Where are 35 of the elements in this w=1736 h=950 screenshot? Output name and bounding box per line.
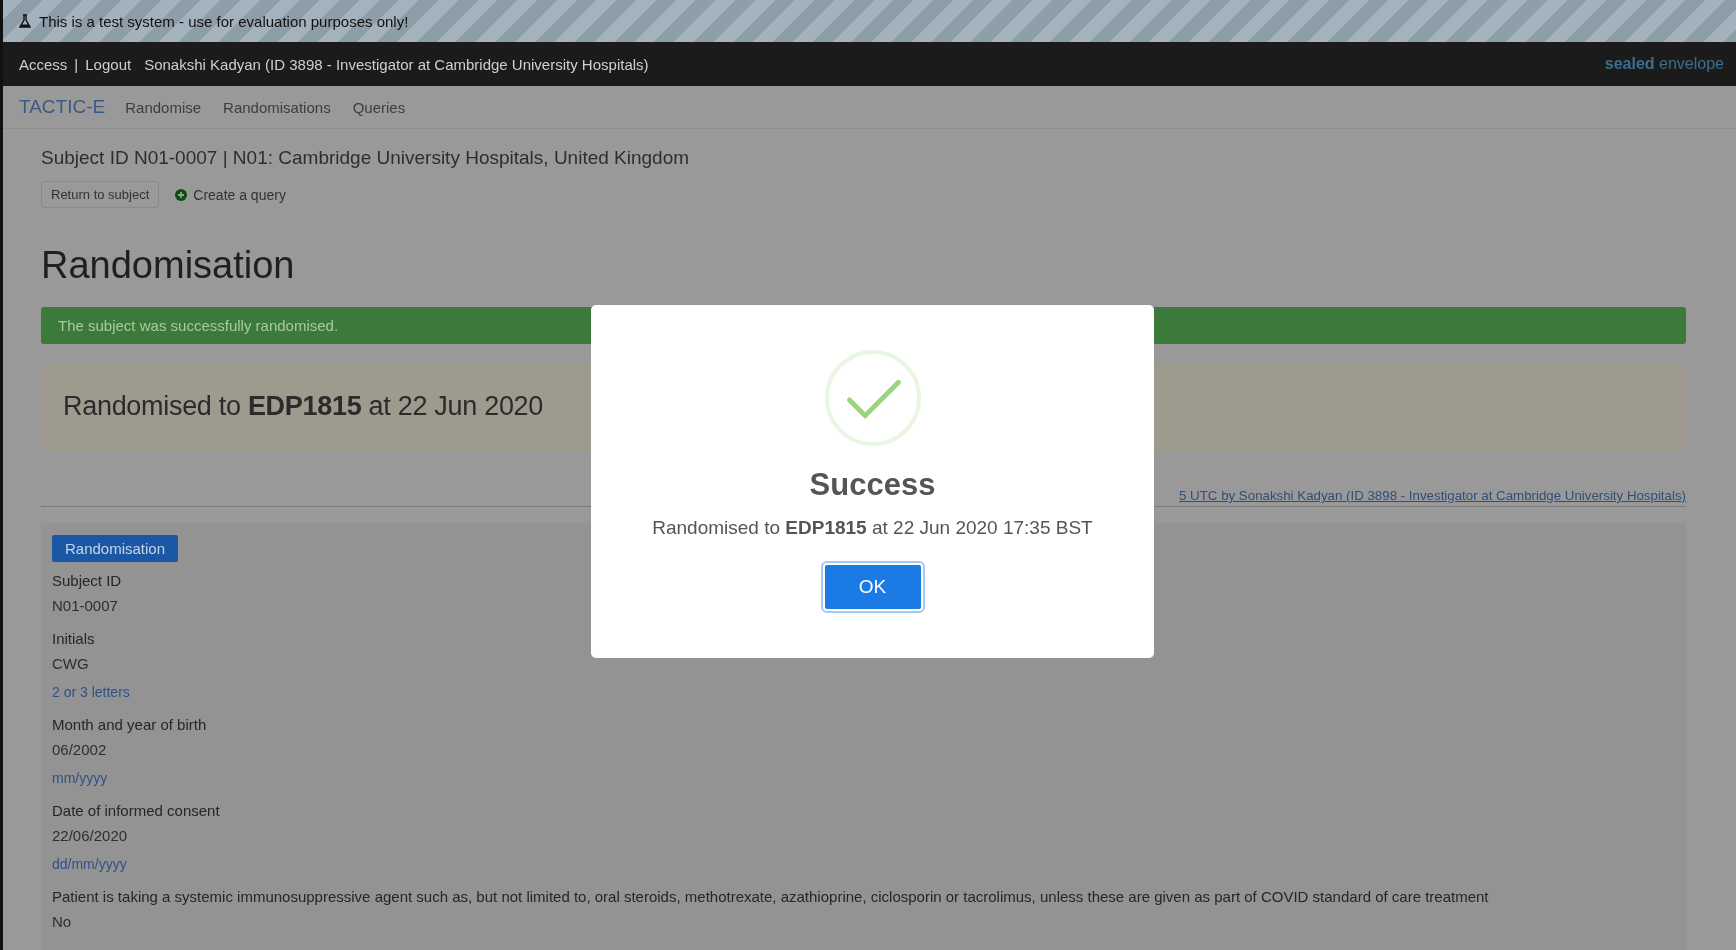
field-hint: 2 or 3 letters bbox=[52, 684, 130, 700]
return-to-subject-button[interactable]: Return to subject bbox=[41, 181, 160, 208]
field-value: No bbox=[52, 913, 72, 930]
field-label: Subject ID bbox=[52, 572, 122, 589]
access-link[interactable]: Access bbox=[19, 55, 68, 73]
field-value: N01-0007 bbox=[52, 597, 118, 614]
dialog-message: Randomised to EDP1815 at 22 Jun 2020 17:35 BST bbox=[652, 517, 1093, 539]
plus-circle-icon bbox=[175, 188, 188, 201]
page-title: Randomisation bbox=[41, 244, 296, 287]
field-label: Patient is taking a systemic immunosuppressive agent such as, but not limited to, oral steroids, methotrexate, azathioprine, ciclosporin or tacrolimus, unless these are given as part of COVID standard of care treatment bbox=[52, 888, 1489, 905]
logo-text: sealed envelope bbox=[1604, 55, 1724, 73]
field-label: Initials bbox=[52, 630, 95, 647]
separator: | bbox=[74, 55, 79, 73]
nav-link[interactable]: Randomisations bbox=[223, 98, 331, 116]
dialog-title: Success bbox=[809, 467, 936, 503]
nav-link[interactable]: Randomise bbox=[125, 98, 202, 116]
field-value: 22/06/2020 bbox=[52, 827, 128, 844]
audit-link[interactable]: 5 UTC by Sonakshi Kadyan (ID 3898 - Investigator at Cambridge University Hospitals) bbox=[1179, 488, 1686, 503]
field-label: Month and year of birth bbox=[52, 716, 207, 733]
field-hint: mm/yyyy bbox=[52, 770, 108, 786]
user-name: Sonakshi Kadyan (ID 3898 - Investigator at Cambridge University Hospitals) bbox=[144, 55, 649, 73]
flask-icon bbox=[19, 14, 31, 28]
field-value: 06/2002 bbox=[52, 741, 107, 758]
app-brand-link[interactable]: TACTIC-E bbox=[19, 96, 106, 118]
subject-heading: Subject ID N01-0007 | N01: Cambridge University Hospitals, United Kingdom bbox=[41, 147, 691, 169]
nav-link[interactable]: Queries bbox=[352, 98, 406, 116]
checkmark-icon bbox=[823, 349, 922, 447]
field-hint: dd/mm/yyyy bbox=[52, 856, 127, 872]
create-query-link[interactable]: Create a query bbox=[193, 186, 286, 203]
field-value: CWG bbox=[52, 655, 89, 672]
section-label: Randomisation bbox=[52, 535, 179, 562]
ok-button[interactable]: OK bbox=[822, 563, 923, 611]
field-label: Date of informed consent bbox=[52, 802, 220, 819]
logout-link[interactable]: Logout bbox=[85, 55, 132, 73]
banner-text: This is a test system - use for evaluation purposes only! bbox=[39, 12, 409, 30]
